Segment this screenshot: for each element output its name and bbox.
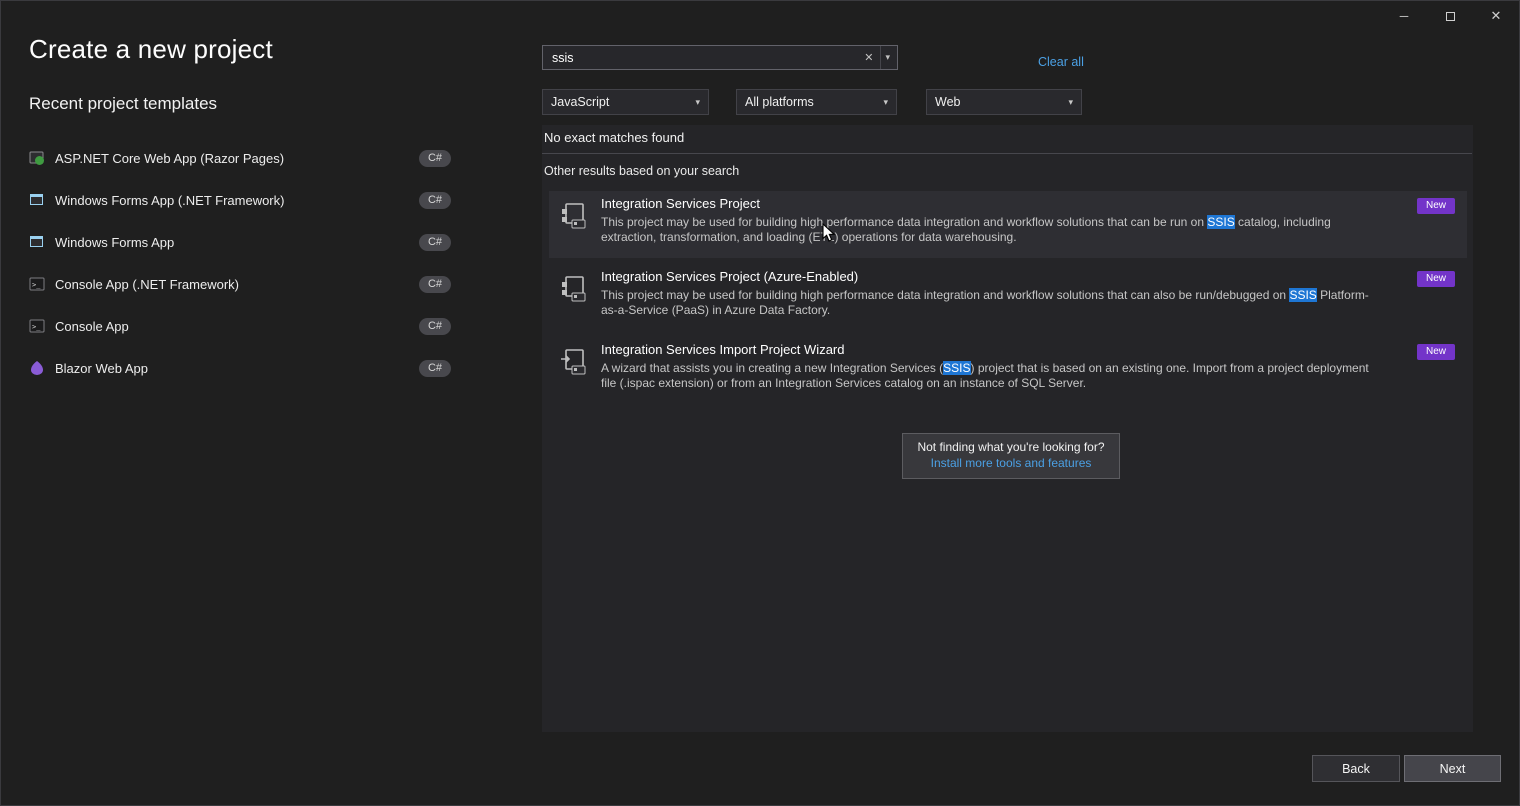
language-filter-dropdown[interactable]: JavaScript ▾ <box>542 89 709 115</box>
create-project-dialog: ─ ✕ Create a new project Recent project … <box>0 0 1520 806</box>
back-button[interactable]: Back <box>1312 755 1400 782</box>
result-description: A wizard that assists you in creating a … <box>601 361 1372 391</box>
recent-item-console-netfx[interactable]: >_ Console App (.NET Framework) C# <box>29 263 451 305</box>
template-label: Console App (.NET Framework) <box>55 277 239 292</box>
mouse-cursor <box>821 223 839 242</box>
integration-services-azure-icon <box>559 274 589 304</box>
close-icon: ✕ <box>1491 8 1502 23</box>
csharp-badge: C# <box>419 276 451 293</box>
desc-text: This project may be used for building hi… <box>601 288 1289 302</box>
recent-item-winforms-netfx[interactable]: Windows Forms App (.NET Framework) C# <box>29 179 451 221</box>
project-type-filter-value: Web <box>935 95 1060 109</box>
recent-item-blazor-web-app[interactable]: Blazor Web App C# <box>29 347 451 389</box>
template-label: Windows Forms App (.NET Framework) <box>55 193 284 208</box>
new-badge: New <box>1417 271 1455 287</box>
csharp-badge: C# <box>419 360 451 377</box>
console-app-icon: >_ <box>29 276 45 292</box>
titlebar: ─ ✕ <box>1 1 1519 31</box>
clear-all-link[interactable]: Clear all <box>1038 55 1084 69</box>
csharp-badge: C# <box>419 318 451 335</box>
result-item-integration-services-import-wizard[interactable]: Integration Services Import Project Wiza… <box>549 337 1467 404</box>
search-match-highlight: SSIS <box>943 361 970 375</box>
not-finding-text: Not finding what you're looking for? <box>903 440 1119 454</box>
divider <box>542 153 1472 154</box>
blazor-icon <box>29 360 45 376</box>
search-box: ✕ ▾ <box>542 45 898 70</box>
result-title: Integration Services Import Project Wiza… <box>601 342 1372 357</box>
other-results-header: Other results based on your search <box>544 164 739 178</box>
recent-template-list: ASP.NET Core Web App (Razor Pages) C# Wi… <box>29 137 451 389</box>
template-label: Blazor Web App <box>55 361 148 376</box>
result-item-integration-services-project-azure[interactable]: Integration Services Project (Azure-Enab… <box>549 264 1467 331</box>
search-match-highlight: SSIS <box>1207 215 1234 229</box>
template-label: Console App <box>55 319 129 334</box>
csharp-badge: C# <box>419 192 451 209</box>
install-tools-link[interactable]: Install more tools and features <box>903 456 1119 470</box>
desc-text: A wizard that assists you in creating a … <box>601 361 943 375</box>
new-badge: New <box>1417 344 1455 360</box>
windows-forms-icon <box>29 234 45 250</box>
result-title: Integration Services Project <box>601 196 1372 211</box>
recent-templates-header: Recent project templates <box>29 94 217 114</box>
result-description: This project may be used for building hi… <box>601 215 1372 245</box>
svg-text:>_: >_ <box>32 281 41 289</box>
console-app-icon: >_ <box>29 318 45 334</box>
aspnet-core-web-app-icon <box>29 150 45 166</box>
maximize-button[interactable] <box>1427 1 1473 31</box>
recent-item-console[interactable]: >_ Console App C# <box>29 305 451 347</box>
close-button[interactable]: ✕ <box>1473 1 1519 31</box>
integration-services-project-icon <box>559 201 589 231</box>
project-type-filter-dropdown[interactable]: Web ▾ <box>926 89 1082 115</box>
results-panel: No exact matches found Other results bas… <box>542 125 1473 732</box>
chevron-down-icon: ▾ <box>1068 97 1073 108</box>
language-filter-value: JavaScript <box>551 95 687 109</box>
minimize-button[interactable]: ─ <box>1381 1 1427 31</box>
integration-services-import-wizard-icon <box>559 347 589 377</box>
result-description: This project may be used for building hi… <box>601 288 1372 318</box>
desc-text: This project may be used for building hi… <box>601 215 1207 229</box>
next-button[interactable]: Next <box>1404 755 1501 782</box>
csharp-badge: C# <box>419 150 451 167</box>
result-list: Integration Services Project This projec… <box>549 191 1467 410</box>
windows-forms-icon <box>29 192 45 208</box>
chevron-down-icon: ▾ <box>883 97 888 108</box>
result-title: Integration Services Project (Azure-Enab… <box>601 269 1372 284</box>
result-item-integration-services-project[interactable]: Integration Services Project This projec… <box>549 191 1467 258</box>
search-dropdown-chevron-icon[interactable]: ▾ <box>880 46 897 69</box>
search-input[interactable] <box>543 51 857 65</box>
template-label: ASP.NET Core Web App (Razor Pages) <box>55 151 284 166</box>
platform-filter-value: All platforms <box>745 95 875 109</box>
recent-item-winforms[interactable]: Windows Forms App C# <box>29 221 451 263</box>
recent-item-aspnet-core-web-app[interactable]: ASP.NET Core Web App (Razor Pages) C# <box>29 137 451 179</box>
csharp-badge: C# <box>419 234 451 251</box>
platform-filter-dropdown[interactable]: All platforms ▾ <box>736 89 897 115</box>
template-label: Windows Forms App <box>55 235 174 250</box>
not-finding-box: Not finding what you're looking for? Ins… <box>902 433 1120 479</box>
maximize-icon <box>1446 12 1455 21</box>
minimize-icon: ─ <box>1400 9 1409 23</box>
new-badge: New <box>1417 198 1455 214</box>
clear-search-icon[interactable]: ✕ <box>857 51 880 64</box>
svg-text:>_: >_ <box>32 323 41 331</box>
chevron-down-icon: ▾ <box>695 97 700 108</box>
page-title: Create a new project <box>29 34 273 65</box>
no-exact-matches-text: No exact matches found <box>544 130 684 145</box>
search-match-highlight: SSIS <box>1289 288 1316 302</box>
